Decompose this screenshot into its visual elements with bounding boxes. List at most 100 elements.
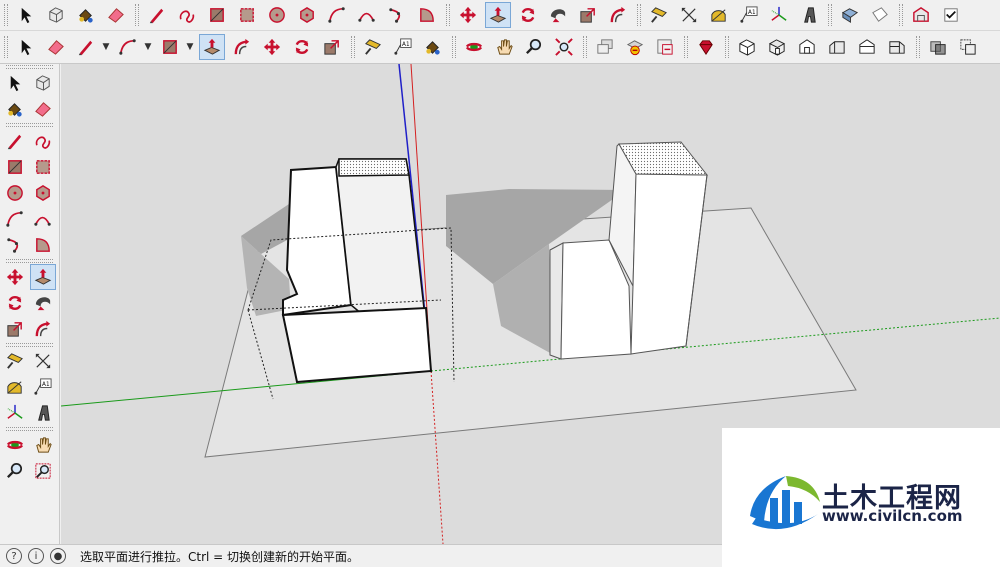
toolbar-separator[interactable] [916, 36, 920, 58]
select-arrow-button[interactable] [13, 34, 39, 60]
pie-button[interactable] [414, 2, 440, 28]
previous-view-button[interactable] [592, 34, 618, 60]
toolbar-separator[interactable] [6, 427, 53, 431]
get-models-button[interactable] [622, 34, 648, 60]
eraser-button[interactable] [103, 2, 129, 28]
push-pull-button[interactable] [199, 34, 225, 60]
rectangle-button[interactable] [2, 154, 28, 180]
protractor-button[interactable] [2, 374, 28, 400]
arc-button[interactable] [115, 34, 141, 60]
pan-hand-button[interactable] [491, 34, 517, 60]
select-arrow-button[interactable] [2, 70, 28, 96]
sandbox-button[interactable] [867, 2, 893, 28]
3d-text-button[interactable] [796, 2, 822, 28]
paint-bucket-button[interactable] [420, 34, 446, 60]
freehand-button[interactable] [30, 128, 56, 154]
left-view-button[interactable] [884, 34, 910, 60]
push-pull-button[interactable] [485, 2, 511, 28]
circle-button[interactable] [2, 180, 28, 206]
freehand-button[interactable] [174, 2, 200, 28]
polygon-button[interactable] [30, 180, 56, 206]
tape-measure-button[interactable] [2, 348, 28, 374]
chevron-down-icon[interactable]: ▼ [101, 34, 111, 60]
zoom-extents-button[interactable] [551, 34, 577, 60]
toolbar-separator[interactable] [4, 4, 8, 26]
axes-button[interactable] [2, 400, 28, 426]
zoom-window-button[interactable] [30, 458, 56, 484]
toolbar-separator[interactable] [6, 343, 53, 347]
pencil-line-button[interactable] [2, 128, 28, 154]
back-edges-button[interactable] [955, 34, 981, 60]
push-pull-button[interactable] [30, 264, 56, 290]
protractor-button[interactable] [706, 2, 732, 28]
three-point-arc-button[interactable] [2, 232, 28, 258]
three-point-arc-button[interactable] [384, 2, 410, 28]
top-view-button[interactable] [764, 34, 790, 60]
two-point-arc-button[interactable] [354, 2, 380, 28]
orbit-button[interactable] [2, 432, 28, 458]
text-label-button[interactable]: A1 [736, 2, 762, 28]
warehouse-button[interactable] [908, 2, 934, 28]
component-button[interactable] [30, 70, 56, 96]
toolbar-separator[interactable] [4, 36, 8, 58]
left-block-top-face[interactable] [338, 158, 410, 177]
checkbox-button[interactable] [938, 2, 964, 28]
rotated-rectangle-button[interactable] [30, 154, 56, 180]
solid-box-button[interactable] [837, 2, 863, 28]
toolbar-separator[interactable] [6, 65, 53, 69]
rectangle-button[interactable] [204, 2, 230, 28]
paint-bucket-button[interactable] [2, 96, 28, 122]
circle-button[interactable] [264, 2, 290, 28]
iso-view-button[interactable] [734, 34, 760, 60]
tape-measure-button[interactable] [646, 2, 672, 28]
dimension-button[interactable] [30, 348, 56, 374]
polygon-button[interactable] [294, 2, 320, 28]
toolbar-separator[interactable] [684, 36, 688, 58]
toolbar-separator[interactable] [583, 36, 587, 58]
eraser-button[interactable] [30, 96, 56, 122]
ruby-extension-button[interactable] [693, 34, 719, 60]
geolocation-icon[interactable]: ? [6, 548, 22, 564]
text-label-button[interactable]: A1 [30, 374, 56, 400]
toolbar-separator[interactable] [6, 259, 53, 263]
component-button[interactable] [43, 2, 69, 28]
zoom-button[interactable] [521, 34, 547, 60]
rotated-rectangle-button[interactable] [234, 2, 260, 28]
offset-button[interactable] [605, 2, 631, 28]
toolbar-separator[interactable] [351, 36, 355, 58]
rectangle-button[interactable] [157, 34, 183, 60]
credits-icon[interactable]: i [28, 548, 44, 564]
pie-button[interactable] [30, 232, 56, 258]
move-button[interactable] [455, 2, 481, 28]
toolbar-separator[interactable] [899, 4, 903, 26]
zoom-button[interactable] [2, 458, 28, 484]
text-label-button[interactable]: A1 [390, 34, 416, 60]
pencil-line-button[interactable] [73, 34, 99, 60]
two-point-arc-button[interactable] [30, 206, 56, 232]
scale-button[interactable] [575, 2, 601, 28]
offset-button[interactable] [229, 34, 255, 60]
paint-bucket-button[interactable] [73, 2, 99, 28]
follow-me-button[interactable] [30, 290, 56, 316]
toolbar-separator[interactable] [135, 4, 139, 26]
toolbar-separator[interactable] [725, 36, 729, 58]
chevron-down-icon[interactable]: ▼ [185, 34, 195, 60]
tape-measure-button[interactable] [360, 34, 386, 60]
eraser-button[interactable] [43, 34, 69, 60]
share-model-button[interactable] [652, 34, 678, 60]
3d-text-button[interactable] [30, 400, 56, 426]
orbit-button[interactable] [461, 34, 487, 60]
scale-button[interactable] [2, 316, 28, 342]
toolbar-separator[interactable] [446, 4, 450, 26]
pan-hand-button[interactable] [30, 432, 56, 458]
follow-me-button[interactable] [545, 2, 571, 28]
front-view-button[interactable] [794, 34, 820, 60]
rotate-button[interactable] [2, 290, 28, 316]
arc-button[interactable] [2, 206, 28, 232]
toolbar-separator[interactable] [6, 123, 53, 127]
xray-button[interactable] [925, 34, 951, 60]
toolbar-separator[interactable] [637, 4, 641, 26]
rotate-button[interactable] [289, 34, 315, 60]
pencil-line-button[interactable] [144, 2, 170, 28]
offset-button[interactable] [30, 316, 56, 342]
